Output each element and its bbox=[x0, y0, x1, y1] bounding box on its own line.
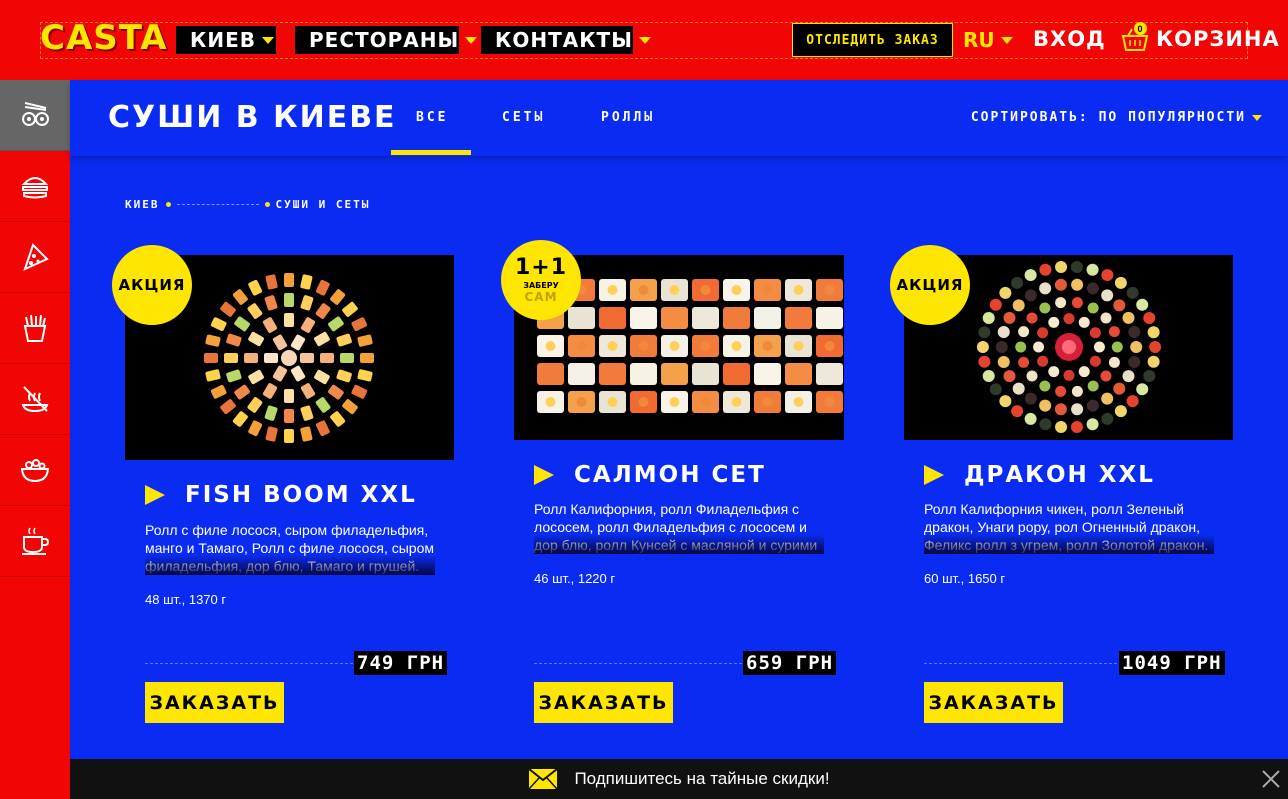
sidebar-item-burgers[interactable] bbox=[0, 151, 70, 222]
description-fade bbox=[534, 534, 824, 554]
login-link[interactable]: ВХОД bbox=[1033, 27, 1106, 51]
product-description: Ролл с филе лосося, сыром филадельфия, м… bbox=[145, 521, 445, 575]
promo-badge: АКЦИЯ bbox=[890, 245, 970, 325]
cart-button[interactable]: 0 КОРЗИНА bbox=[1120, 22, 1280, 54]
cart-count-badge: 0 bbox=[1134, 22, 1147, 35]
chevron-down-icon bbox=[262, 36, 274, 44]
product-price: 1049 ГРН bbox=[1119, 651, 1225, 675]
track-order-button[interactable]: ОТСЛЕДИТЬ ЗАКАЗ bbox=[792, 23, 953, 57]
product-title[interactable]: САЛМОН СЕТ bbox=[534, 462, 766, 488]
nav-contacts-dropdown[interactable]: КОНТАКТЫ bbox=[481, 26, 651, 54]
envelope-icon bbox=[528, 768, 559, 790]
product-weight: 48 шт., 1370 г bbox=[145, 592, 227, 607]
tab-all[interactable]: ВСЕ bbox=[416, 110, 448, 125]
category-sidebar bbox=[0, 80, 70, 799]
language-selector[interactable]: RU bbox=[963, 28, 1013, 52]
sidebar-item-fries[interactable] bbox=[0, 293, 70, 364]
description-fade bbox=[924, 534, 1214, 554]
chevron-down-icon bbox=[638, 36, 651, 44]
active-tab-indicator bbox=[391, 150, 471, 155]
sort-label: СОРТИРОВАТЬ: ПО ПОПУЛЯРНОСТИ bbox=[970, 110, 1246, 125]
burger-icon bbox=[21, 177, 49, 199]
pickup-promo-badge: 1+1 ЗАБЕРУ САМ bbox=[501, 240, 581, 320]
sushi-icon bbox=[22, 102, 49, 126]
nav-city-label: КИЕВ bbox=[190, 28, 256, 52]
pizza-icon bbox=[23, 243, 49, 271]
description-fade bbox=[145, 555, 435, 575]
logo[interactable]: CASTA bbox=[40, 18, 168, 58]
product-description: Ролл Калифорния чикен, ролл Зеленый драк… bbox=[924, 500, 1224, 554]
page-title: СУШИ В КИЕВЕ bbox=[108, 100, 397, 135]
promo-badge-top: 1+1 bbox=[514, 255, 568, 280]
sidebar-item-sushi[interactable] bbox=[0, 80, 70, 151]
breadcrumb-dot bbox=[264, 202, 270, 207]
promo-badge-small: ЗАБЕРУ bbox=[523, 281, 559, 290]
breadcrumb-dot bbox=[165, 202, 171, 207]
sidebar-item-drinks[interactable] bbox=[0, 506, 70, 577]
coffee-cup-icon bbox=[22, 527, 50, 555]
play-arrow-icon bbox=[924, 465, 944, 485]
tab-rolls[interactable]: РОЛЛЫ bbox=[601, 110, 655, 125]
sort-dropdown[interactable]: СОРТИРОВАТЬ: ПО ПОПУЛЯРНОСТИ bbox=[971, 110, 1262, 125]
product-price: 749 ГРН bbox=[354, 651, 448, 675]
nav-contacts-label: КОНТАКТЫ bbox=[495, 28, 633, 52]
promo-badge: АКЦИЯ bbox=[112, 245, 192, 325]
play-arrow-icon bbox=[145, 485, 165, 505]
subscribe-text: Подпишитесь на тайные скидки! bbox=[574, 769, 830, 788]
product-title[interactable]: FISH BOOM XXL bbox=[145, 482, 417, 508]
breadcrumb-item-city[interactable]: КИЕВ bbox=[125, 198, 160, 211]
product-description: Ролл Калифорния, ролл Филадельфия с лосо… bbox=[534, 500, 834, 554]
salad-icon bbox=[20, 459, 50, 483]
tab-sets[interactable]: СЕТЫ bbox=[502, 110, 545, 125]
order-button[interactable]: ЗАКАЗАТЬ bbox=[534, 682, 673, 723]
sidebar-item-hot-dishes[interactable] bbox=[0, 364, 70, 435]
promo-badge-mid: САМ bbox=[524, 290, 558, 304]
product-title[interactable]: ДРАКОН XXL bbox=[924, 462, 1155, 488]
breadcrumb-separator bbox=[176, 204, 259, 205]
nav-city-dropdown[interactable]: КИЕВ bbox=[176, 26, 276, 54]
top-bar: CASTA КИЕВ РЕСТОРАНЫ КОНТАКТЫ ОТСЛЕДИТЬ … bbox=[0, 0, 1288, 80]
product-title-text: FISH BOOM XXL bbox=[185, 482, 417, 508]
product-weight: 60 шт., 1650 г bbox=[924, 571, 1006, 586]
product-weight: 46 шт., 1220 г bbox=[534, 571, 616, 586]
chevron-down-icon bbox=[1000, 36, 1013, 44]
nav-restaurants-dropdown[interactable]: РЕСТОРАНЫ bbox=[295, 26, 478, 54]
order-button[interactable]: ЗАКАЗАТЬ bbox=[924, 682, 1063, 723]
chevron-down-icon bbox=[465, 36, 478, 44]
product-title-text: ДРАКОН XXL bbox=[964, 462, 1155, 488]
hot-dish-icon bbox=[21, 386, 49, 413]
sidebar-item-salads[interactable] bbox=[0, 435, 70, 506]
breadcrumb-item-sushi[interactable]: СУШИ И СЕТЫ bbox=[276, 198, 371, 211]
product-title-text: САЛМОН СЕТ bbox=[574, 462, 766, 488]
fries-icon bbox=[23, 314, 47, 342]
play-arrow-icon bbox=[534, 465, 554, 485]
breadcrumb: КИЕВ СУШИ И СЕТЫ bbox=[125, 198, 370, 211]
cart-label: КОРЗИНА bbox=[1156, 27, 1280, 51]
category-header: СУШИ В КИЕВЕ ВСЕ СЕТЫ РОЛЛЫ СОРТИРОВАТЬ:… bbox=[70, 80, 1288, 156]
close-icon[interactable] bbox=[1260, 768, 1282, 790]
language-label: RU bbox=[963, 28, 995, 52]
nav-restaurants-label: РЕСТОРАНЫ bbox=[309, 28, 460, 52]
product-price: 659 ГРН bbox=[743, 651, 837, 675]
subscribe-bar[interactable]: Подпишитесь на тайные скидки! bbox=[70, 759, 1288, 799]
basket-icon: 0 bbox=[1120, 22, 1150, 54]
order-button[interactable]: ЗАКАЗАТЬ bbox=[145, 682, 284, 723]
chevron-down-icon bbox=[1252, 114, 1262, 121]
sidebar-item-pizza[interactable] bbox=[0, 222, 70, 293]
